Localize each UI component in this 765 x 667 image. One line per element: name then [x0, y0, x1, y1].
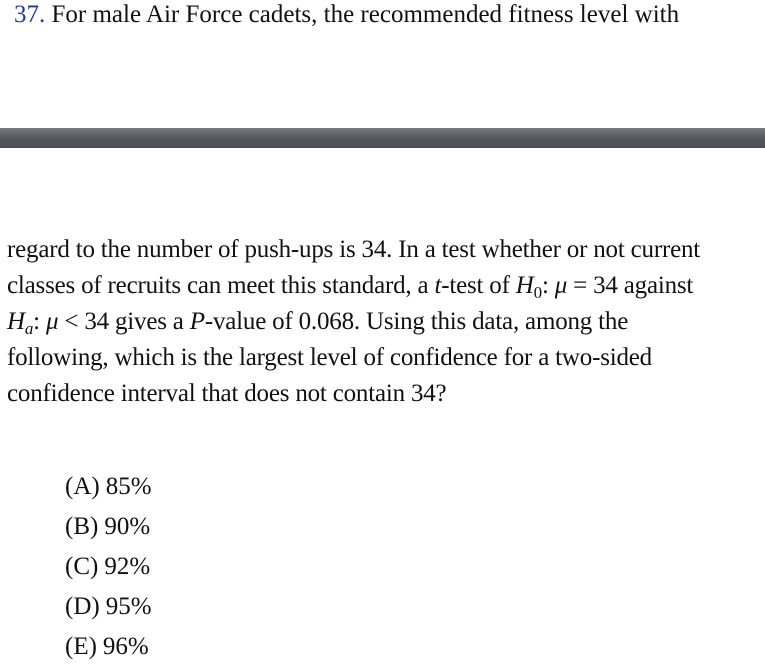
choice-letter: (D)	[65, 593, 100, 620]
mu-symbol: μ	[45, 308, 59, 335]
p-symbol: P	[189, 308, 205, 335]
question-line: Ha: μ < 34 gives a P-value of 0.068. Usi…	[7, 304, 762, 340]
choice-value: 85%	[105, 473, 152, 500]
answer-choice-d[interactable]: (D) 95%	[65, 587, 152, 627]
choice-value: 92%	[104, 553, 151, 580]
answer-choices: (A) 85% (B) 90% (C) 92% (D) 95% (E) 96%	[65, 467, 152, 667]
question-number: 37.	[14, 1, 46, 28]
choice-value: 96%	[102, 633, 149, 660]
question-text: < 34 gives a	[58, 308, 190, 335]
question-body: regard to the number of push-ups is 34. …	[7, 232, 762, 412]
answer-choice-b[interactable]: (B) 90%	[65, 507, 152, 547]
question-text: = 34 against	[567, 272, 694, 299]
question-line: confidence interval that does not contai…	[7, 376, 762, 412]
question-line: following, which is the largest level of…	[7, 340, 762, 376]
mu-symbol: μ	[554, 272, 568, 299]
alt-hypothesis-symbol: H	[7, 308, 25, 335]
choice-value: 90%	[104, 513, 151, 540]
question-text: regard to the number of push-ups is 34. …	[7, 236, 701, 263]
page-divider-bar	[0, 128, 765, 148]
question-text: -value of 0.068. Using this data, among …	[204, 308, 629, 335]
question-header: 37. For male Air Force cadets, the recom…	[14, 0, 679, 30]
question-line: classes of recruits can meet this standa…	[7, 268, 762, 304]
question-text: confidence interval that does not contai…	[7, 380, 447, 407]
question-header-text: For male Air Force cadets, the recommend…	[45, 1, 680, 28]
choice-letter: (B)	[65, 513, 99, 540]
choice-letter: (C)	[65, 553, 99, 580]
question-text: following, which is the largest level of…	[7, 344, 652, 371]
choice-letter: (A)	[65, 473, 100, 500]
question-text: -test of	[441, 272, 516, 299]
question-text: classes of recruits can meet this standa…	[7, 272, 435, 299]
choice-letter: (E)	[65, 633, 97, 660]
colon: :	[33, 308, 46, 335]
colon: :	[541, 272, 555, 299]
choice-value: 95%	[105, 593, 152, 620]
answer-choice-a[interactable]: (A) 85%	[65, 467, 152, 507]
null-hypothesis-symbol: H	[515, 272, 534, 299]
null-hypothesis-subscript: 0	[533, 283, 543, 302]
answer-choice-c[interactable]: (C) 92%	[65, 547, 152, 587]
question-line: regard to the number of push-ups is 34. …	[7, 232, 762, 268]
alt-hypothesis-subscript: a	[24, 319, 34, 338]
answer-choice-e[interactable]: (E) 96%	[65, 627, 152, 667]
